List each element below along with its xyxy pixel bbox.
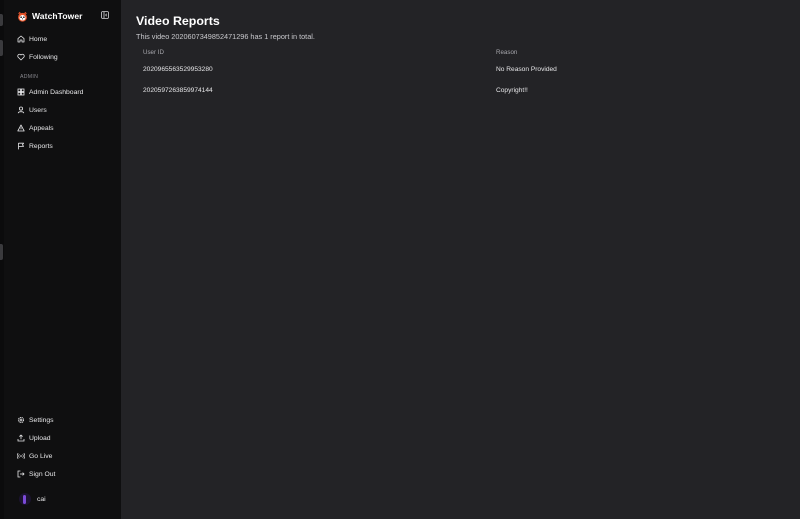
table-header-row: User ID Reason (136, 45, 800, 59)
brand[interactable]: WatchTower (4, 8, 121, 24)
nav-item-label: Go Live (29, 452, 53, 460)
red-panda-logo-icon (17, 11, 28, 22)
home-icon (17, 35, 25, 43)
dashboard-icon (17, 88, 25, 96)
nav-item-label: Home (29, 35, 48, 43)
table-row[interactable]: 2020597263859974144 Copyright!! (136, 80, 800, 101)
nav-item-settings[interactable]: Settings (4, 411, 121, 429)
nav-item-label: Upload (29, 434, 51, 442)
broadcast-icon (17, 453, 25, 459)
nav-item-sign-out[interactable]: Sign Out (4, 465, 121, 483)
avatar (19, 493, 31, 505)
main-content: Video Reports This video 202060734985247… (121, 0, 800, 519)
warning-icon (17, 124, 25, 132)
nav-item-label: Sign Out (29, 470, 56, 478)
page-title: Video Reports (136, 14, 220, 28)
column-header-user-id: User ID (143, 48, 164, 56)
nav-item-label: Appeals (29, 124, 54, 132)
cell-user-id: 2020597263859974144 (143, 87, 213, 94)
reports-table: User ID Reason 2020965563529953280 No Re… (136, 45, 800, 101)
edge-tab (0, 40, 3, 56)
upload-icon (17, 434, 25, 442)
gear-icon (17, 416, 25, 424)
user-name: cai (37, 495, 46, 503)
column-header-reason: Reason (496, 48, 518, 56)
nav-item-label: Settings (29, 416, 54, 424)
nav-item-users[interactable]: Users (4, 101, 121, 119)
nav-item-label: Following (29, 53, 58, 61)
nav-item-label: Reports (29, 142, 53, 150)
sidebar-toggle-icon[interactable] (101, 11, 109, 19)
cell-reason: No Reason Provided (496, 66, 557, 73)
edge-tab (0, 244, 3, 260)
nav-item-go-live[interactable]: Go Live (4, 447, 121, 465)
sign-out-icon (17, 470, 25, 478)
nav-item-following[interactable]: Following (4, 48, 121, 66)
nav-item-home[interactable]: Home (4, 30, 121, 48)
cell-user-id: 2020965563529953280 (143, 66, 213, 73)
flag-icon (18, 142, 24, 150)
heart-icon (17, 53, 25, 61)
sidebar: WatchTower Home Following ADMIN Admin Da… (4, 0, 121, 519)
app-name: WatchTower (32, 11, 83, 21)
user-icon (17, 106, 25, 114)
nav-item-appeals[interactable]: Appeals (4, 119, 121, 137)
page-subtitle: This video 2020607349852471296 has 1 rep… (136, 32, 315, 41)
nav-item-reports[interactable]: Reports (4, 137, 121, 155)
user-profile[interactable]: cai (4, 489, 121, 509)
table-row[interactable]: 2020965563529953280 No Reason Provided (136, 59, 800, 80)
nav-item-upload[interactable]: Upload (4, 429, 121, 447)
nav-item-label: Users (29, 106, 47, 114)
nav-item-admin-dashboard[interactable]: Admin Dashboard (4, 83, 121, 101)
cell-reason: Copyright!! (496, 87, 528, 94)
nav-item-label: Admin Dashboard (29, 88, 84, 96)
edge-tab (0, 14, 3, 26)
admin-section-label: ADMIN (20, 74, 39, 80)
